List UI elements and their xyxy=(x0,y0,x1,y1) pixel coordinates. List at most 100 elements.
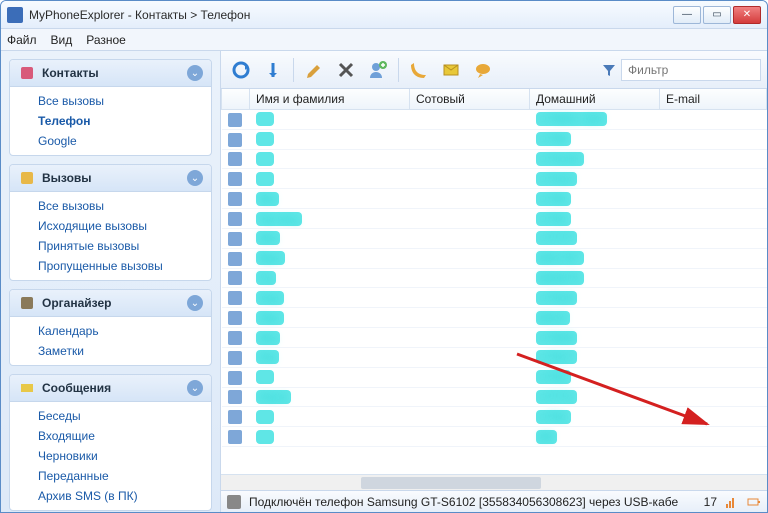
main-panel: Имя и фамилияСотовыйДомашнийE-mail +7985… xyxy=(221,51,767,512)
table-row[interactable]: +7910 xyxy=(222,169,767,189)
close-button[interactable]: ✕ xyxy=(733,6,761,24)
minimize-button[interactable]: — xyxy=(673,6,701,24)
cell-home: +7771 xyxy=(530,387,660,407)
contact-icon xyxy=(228,351,242,365)
column-header[interactable]: Имя и фамилия xyxy=(250,89,410,110)
cell-email xyxy=(660,209,767,229)
cell-name: Фе xyxy=(250,189,410,209)
table-row[interactable]: Лис8915 xyxy=(222,308,767,328)
add-user-icon xyxy=(368,60,388,80)
column-header[interactable] xyxy=(222,89,250,110)
table-row[interactable]: Зор +7916 xyxy=(222,288,767,308)
menu-misc[interactable]: Разное xyxy=(86,33,126,47)
table-row[interactable]: +791 xyxy=(222,407,767,427)
sidebar-header-contacts[interactable]: Контакты⌄ xyxy=(10,60,211,87)
cell-mobile xyxy=(410,110,530,130)
chat-button[interactable] xyxy=(469,56,497,84)
sidebar-item[interactable]: Пропущенные вызовы xyxy=(10,256,211,276)
contact-icon xyxy=(228,113,242,127)
sidebar-header-calls[interactable]: Вызовы ⌄ xyxy=(10,165,211,192)
connection-icon xyxy=(227,495,241,509)
call-button[interactable] xyxy=(405,56,433,84)
sidebar-item[interactable]: Google xyxy=(10,131,211,151)
maximize-button[interactable]: ▭ xyxy=(703,6,731,24)
cell-email xyxy=(660,110,767,130)
cell-home: +7777 xyxy=(530,228,660,248)
sidebar-header-label: Органайзер xyxy=(42,296,181,310)
column-header[interactable]: E-mail xyxy=(660,89,767,110)
mail-button[interactable] xyxy=(437,56,465,84)
contact-icon xyxy=(228,371,242,385)
sidebar-header-label: Сообщения xyxy=(42,381,181,395)
cell-name xyxy=(250,110,410,130)
sidebar-item[interactable]: Архив SMS (в ПК) xyxy=(10,486,211,506)
table-row[interactable]: Ма+7909 xyxy=(222,328,767,348)
table-row[interactable]: +798 xyxy=(222,129,767,149)
sidebar-item[interactable]: Календарь xyxy=(10,321,211,341)
sidebar-item[interactable]: Переданные xyxy=(10,466,211,486)
cell-name: Зор xyxy=(250,288,410,308)
table-row[interactable]: Ча енц+791 xyxy=(222,209,767,229)
sidebar-header-label: Вызовы xyxy=(42,171,181,185)
table-row[interactable]: 89 xyxy=(222,427,767,447)
column-header[interactable]: Сотовый xyxy=(410,89,530,110)
sidebar-item[interactable]: Принятые вызовы xyxy=(10,236,211,256)
table-row[interactable]: +791 xyxy=(222,367,767,387)
sidebar-group-calls: Вызовы ⌄ Все вызовыИсходящие вызовыПриняты… xyxy=(9,164,212,281)
cell-mobile xyxy=(410,189,530,209)
cell-email xyxy=(660,407,767,427)
table-row[interactable]: На+7917 xyxy=(222,347,767,367)
cell-name: Нате xyxy=(250,387,410,407)
status-count: 17 xyxy=(704,495,717,509)
sidebar-item[interactable]: Исходящие вызовы xyxy=(10,216,211,236)
filter-icon xyxy=(601,62,617,78)
cell-mobile xyxy=(410,129,530,149)
sidebar-item[interactable]: Входящие xyxy=(10,426,211,446)
refresh-button[interactable] xyxy=(227,56,255,84)
cell-home: 8915 xyxy=(530,308,660,328)
table-row[interactable]: Вре891757 xyxy=(222,248,767,268)
delete-button[interactable] xyxy=(332,56,360,84)
menu-file[interactable]: Файл xyxy=(7,33,37,47)
sidebar-header-messages[interactable]: Сообщения ⌄ xyxy=(10,375,211,402)
sidebar-item[interactable]: Все вызовы xyxy=(10,196,211,216)
filter-input[interactable] xyxy=(621,59,761,81)
cell-name xyxy=(250,169,410,189)
table-row[interactable]: Ма+7777 xyxy=(222,228,767,248)
collapse-icon[interactable]: ⌄ xyxy=(187,170,203,186)
cell-home: +7910 xyxy=(530,169,660,189)
table-row[interactable]: Фе+795 xyxy=(222,189,767,209)
sync-button[interactable] xyxy=(259,56,287,84)
collapse-icon[interactable]: ⌄ xyxy=(187,295,203,311)
cell-home: +7909 xyxy=(530,328,660,348)
contact-icon xyxy=(228,172,242,186)
contact-icon xyxy=(228,212,242,226)
contacts-table: Имя и фамилияСотовыйДомашнийE-mail +7985… xyxy=(221,89,767,447)
collapse-icon[interactable]: ⌄ xyxy=(187,380,203,396)
cell-home: +7916 xyxy=(530,288,660,308)
horizontal-scrollbar[interactable] xyxy=(221,474,767,490)
menubar: Файл Вид Разное xyxy=(1,29,767,51)
sidebar-item[interactable]: Черновики xyxy=(10,446,211,466)
table-row[interactable]: +79163 xyxy=(222,149,767,169)
collapse-icon[interactable]: ⌄ xyxy=(187,65,203,81)
column-header[interactable]: Домашний xyxy=(530,89,660,110)
table-row[interactable]: Га890675 xyxy=(222,268,767,288)
add-user-button[interactable] xyxy=(364,56,392,84)
sidebar-header-organizer[interactable]: Органайзер ⌄ xyxy=(10,290,211,317)
menu-view[interactable]: Вид xyxy=(51,33,73,47)
contacts-table-wrap[interactable]: Имя и фамилияСотовыйДомашнийE-mail +7985… xyxy=(221,89,767,474)
sidebar-item[interactable]: Телефон xyxy=(10,111,211,131)
calls-icon xyxy=(18,169,36,187)
statusbar: Подключён телефон Samsung GT-S6102 [3558… xyxy=(221,490,767,512)
app-icon xyxy=(7,7,23,23)
sidebar-item[interactable]: Все вызовы xyxy=(10,91,211,111)
cell-mobile xyxy=(410,228,530,248)
sidebar-item[interactable]: Беседы xyxy=(10,406,211,426)
sidebar-item[interactable]: Заметки xyxy=(10,341,211,361)
organizer-icon xyxy=(18,294,36,312)
cell-name: Вре xyxy=(250,248,410,268)
table-row[interactable]: Нате +7771 xyxy=(222,387,767,407)
table-row[interactable]: +79851 320 xyxy=(222,110,767,130)
edit-button[interactable] xyxy=(300,56,328,84)
